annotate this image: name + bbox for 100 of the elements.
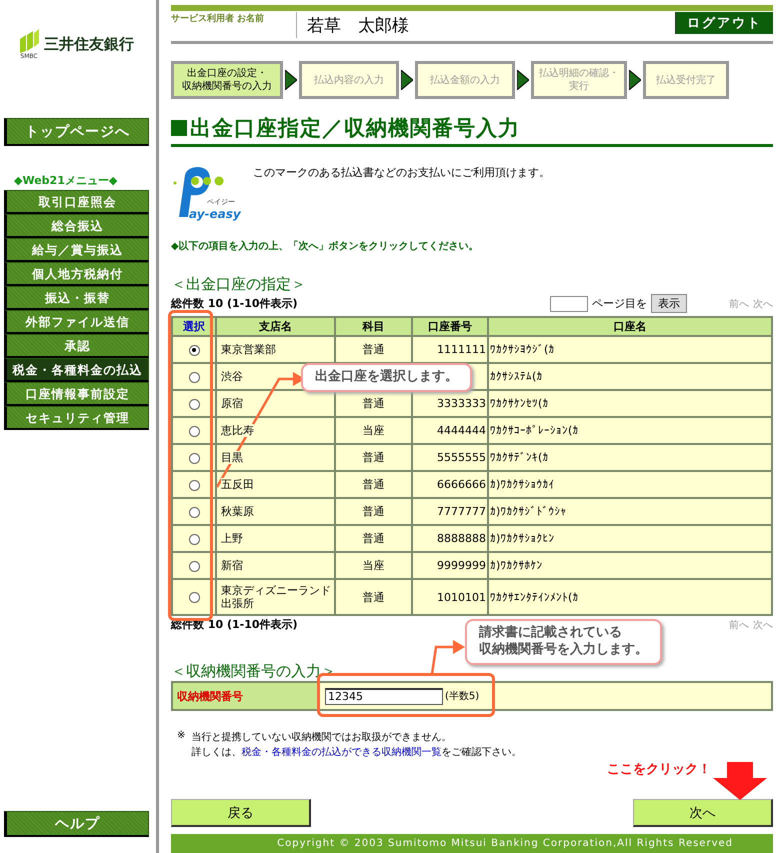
logout-button[interactable]: ログアウト [675, 12, 773, 34]
instruction-text: ◆以下の項目を入力の上、「次へ」ボタンをクリックしてください。 [171, 240, 480, 254]
step-arrow-icon [285, 70, 297, 90]
step-arrow-icon [629, 70, 641, 90]
section-heading: ＜出金口座の指定＞ [171, 275, 307, 294]
menu-item[interactable]: 振込・振替 [4, 286, 149, 310]
callout-text: 収納機関番号を入力します。 [479, 642, 648, 659]
table-cell: 普通 [335, 498, 412, 526]
column-header: 選択 [172, 317, 216, 336]
radio-button[interactable] [188, 398, 200, 410]
menu-item[interactable]: 税金・各種料金の払込 [4, 358, 149, 382]
logo-mark-icon [18, 28, 40, 52]
column-header: 口座番号 [412, 317, 488, 336]
table-cell: 普通 [335, 444, 412, 472]
radio-button[interactable] [188, 592, 200, 604]
table-cell: 8888888 [412, 525, 488, 552]
square-icon [171, 120, 187, 136]
table-cell: ｶ)ﾜｶｸｻﾎｹﾝ [488, 552, 772, 580]
field-label: 収納機関番号 [173, 683, 319, 710]
radio-button[interactable] [188, 344, 200, 356]
step-arrow-icon [401, 70, 413, 90]
pay-easy-description: このマークのある払込書などのお支払いにご利用頂けます。 [253, 165, 550, 180]
table-cell: ｶ)ﾜｶｸｻｼｮｳｶｲ [488, 471, 772, 498]
step-label: 実行 [569, 80, 589, 94]
branch-name: 渋谷 [221, 370, 243, 384]
table-cell: 1010101 [412, 579, 488, 616]
table-cell: 7777777 [412, 498, 488, 526]
radio-button[interactable] [188, 372, 200, 383]
step-arrow-icon [517, 70, 529, 90]
column-header: 科目 [335, 317, 412, 336]
table-cell: ｶ)ﾜｶｸｻｼｮｸﾋﾝ [488, 525, 772, 552]
top-page-button[interactable]: トップページへ [4, 118, 149, 146]
click-hint-text: ここをクリック！ [607, 761, 711, 778]
table-cell: ﾜｶｸｻｴﾝﾀﾃｲﾝﾒﾝﾄ(ｶ [488, 579, 772, 616]
menu-item[interactable]: 総合振込 [4, 214, 149, 238]
step-label: 出金口座の設定・ [187, 67, 267, 80]
note-text: 当行と提携していない収納機関ではお取扱ができません。 [191, 730, 452, 744]
branch-name: 恵比寿 [221, 424, 254, 438]
step-label: 払込金額の入力 [430, 74, 500, 87]
table-cell: ﾜｶｸｻﾃﾞﾝｷ(ｶ [488, 444, 772, 472]
page-title: 出金口座指定／収納機関番号入力 [190, 115, 520, 142]
radio-button[interactable] [188, 534, 200, 545]
table-cell: 当座 [335, 552, 412, 580]
menu-item[interactable]: 個人地方税納付 [4, 262, 149, 286]
table-cell: 5555555 [412, 444, 488, 472]
note-mark: ※ [177, 730, 186, 744]
bank-logo-text: 三井住友銀行 [44, 34, 134, 54]
callout-text: 出金口座を選択します。 [315, 369, 458, 386]
step-label: 収納機関番号の入力 [182, 80, 272, 94]
column-header: 口座名 [488, 317, 772, 336]
agency-list-link[interactable]: 税金・各種料金の払込ができる収納機関一覧 [241, 747, 442, 758]
page-number-field[interactable] [550, 296, 588, 312]
branch-name: 新宿 [221, 559, 243, 572]
menu-item[interactable]: 承認 [4, 334, 149, 358]
column-header: 支店名 [216, 317, 335, 336]
copyright-footer: Copyright © 2003 Sumitomo Mitsui Banking Corporation,All Rights Reserved [171, 834, 773, 853]
menu-item[interactable]: 口座情報事前設定 [4, 382, 149, 406]
menu-heading: ◆Web21メニュー◆ [14, 173, 118, 188]
table-cell: ｶ)ﾜｶｸｻｼﾞﾄﾞｳｼｬ [488, 498, 772, 526]
table-cell: 6666666 [412, 471, 488, 498]
note-text: 詳しくは、税金・各種料金の払込ができる収納機関一覧をご確認下さい。 [191, 746, 522, 760]
branch-name: 目黒 [221, 451, 243, 464]
step-label: 払込明細の確認・ [539, 67, 619, 80]
table-cell: 普通 [335, 471, 412, 498]
record-count: 総件数 10 (1-10件表示) [171, 296, 298, 312]
radio-button[interactable] [188, 506, 200, 518]
branch-name: 五反田 [221, 478, 254, 492]
menu-item[interactable]: 外部ファイル送信 [4, 310, 149, 334]
menu-item[interactable]: 給与／賞与振込 [4, 238, 149, 262]
next-button[interactable]: 次へ [633, 799, 773, 828]
callout-text: 請求書に記載されている [479, 625, 623, 642]
table-cell: 普通 [335, 579, 412, 616]
step-label: 払込受付完了 [656, 74, 716, 87]
branch-name: 東京ディズニーランド [221, 584, 331, 598]
help-button[interactable]: ヘルプ [4, 811, 149, 837]
table-cell: 普通 [335, 525, 412, 552]
callout-arrow [428, 639, 466, 676]
radio-button[interactable] [188, 560, 200, 572]
radio-button[interactable] [188, 452, 200, 464]
branch-name: 出張所 [221, 597, 254, 610]
branch-name: 原宿 [221, 397, 243, 410]
table-cell: ﾜｶｸｻｺｰﾎﾟﾚｰｼｮﾝ(ｶ [488, 417, 772, 444]
table-cell: 当座 [335, 417, 412, 444]
table-cell: ﾜｶｸｻｹﾝｾﾂ(ｶ [488, 390, 772, 418]
back-button[interactable]: 戻る [171, 799, 311, 828]
branch-name: 上野 [221, 532, 243, 546]
logo-wordmark: ay-easy [189, 207, 241, 222]
show-button[interactable]: 表示 [651, 294, 687, 314]
menu-item[interactable]: 取引口座照会 [4, 190, 149, 214]
radio-button[interactable] [188, 480, 200, 491]
step-label: 払込内容の入力 [314, 74, 384, 87]
radio-button[interactable] [188, 426, 200, 437]
table-cell: 4444444 [412, 417, 488, 444]
table-cell: ﾜｶｸｻｼﾖｳｼﾞ(ｶ [488, 336, 772, 364]
table-cell: 9999999 [412, 552, 488, 580]
menu-item[interactable]: セキュリティ管理 [4, 406, 149, 430]
branch-name: 東京営業部 [221, 343, 276, 356]
agency-number-field[interactable]: 12345 [325, 688, 443, 705]
table-cell: ｶｸｻｼｽﾃﾑ(ｶ [488, 363, 772, 390]
user-label: サービス利用者 お名前 [171, 12, 266, 25]
